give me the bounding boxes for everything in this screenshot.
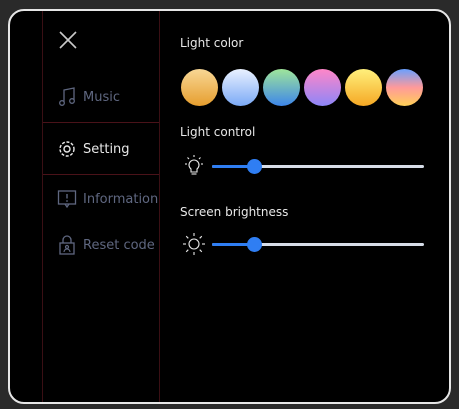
screen-brightness-track[interactable]: [212, 237, 424, 252]
screen-brightness-thumb[interactable]: [247, 237, 263, 252]
sidebar-item-label: Reset code: [83, 237, 155, 253]
sidebar-item-music[interactable]: Music: [57, 86, 120, 108]
gear-icon: [57, 138, 77, 160]
light-color-title: Light color: [180, 36, 244, 50]
light-control-title: Light control: [180, 125, 256, 139]
light-control-thumb[interactable]: [247, 159, 263, 174]
color-swatch-pink-violet[interactable]: [304, 69, 341, 106]
color-swatch-list: [181, 69, 423, 106]
color-swatch-rainbow[interactable]: [386, 69, 423, 106]
light-control-track[interactable]: [212, 159, 424, 174]
screen-brightness-title: Screen brightness: [180, 205, 289, 219]
sidebar: Music Setting Information Reset code: [42, 11, 160, 402]
settings-panel: Music Setting Information Reset code Lig…: [8, 9, 451, 404]
sidebar-item-information[interactable]: Information: [57, 188, 158, 210]
sidebar-item-label: Music: [83, 89, 120, 105]
info-icon: [57, 188, 77, 210]
light-bulb-icon: [182, 154, 206, 178]
close-button[interactable]: [57, 29, 79, 51]
music-note-icon: [57, 86, 77, 108]
close-icon: [59, 31, 77, 49]
color-swatch-sky-blue[interactable]: [222, 69, 259, 106]
sidebar-divider: [43, 174, 159, 175]
light-control-slider: [180, 153, 430, 179]
settings-content: Light color Light control Screen brightn…: [180, 11, 449, 402]
sidebar-item-label: Information: [83, 191, 159, 207]
sidebar-item-label: Setting: [83, 141, 130, 157]
sidebar-item-setting[interactable]: Setting: [57, 138, 130, 160]
color-swatch-sunny-yellow[interactable]: [345, 69, 382, 106]
lock-reset-icon: [57, 234, 77, 256]
screen-brightness-slider: [180, 231, 430, 257]
sidebar-item-reset-code[interactable]: Reset code: [57, 234, 155, 256]
color-swatch-mint-blue[interactable]: [263, 69, 300, 106]
sidebar-divider: [43, 122, 159, 123]
color-swatch-warm-amber[interactable]: [181, 69, 218, 106]
sun-icon: [182, 232, 206, 256]
